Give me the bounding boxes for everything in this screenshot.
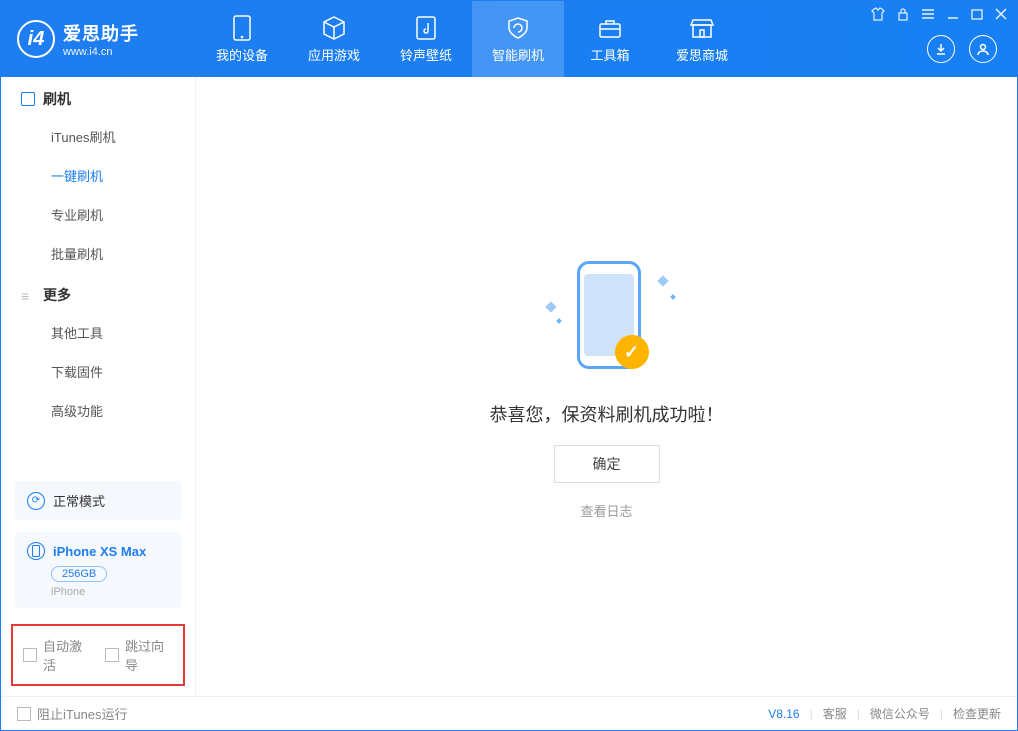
checkbox-prevent-itunes[interactable]: 阻止iTunes运行	[17, 704, 128, 723]
app-title: 爱思助手	[63, 20, 139, 46]
app-window: i4 爱思助手 www.i4.cn 我的设备 应用游戏	[0, 0, 1018, 731]
separator: |	[857, 707, 860, 721]
logo-block: i4 爱思助手 www.i4.cn	[1, 1, 196, 77]
checkbox-auto-activate[interactable]: 自动激活	[23, 636, 91, 674]
tab-label: 我的设备	[216, 45, 268, 64]
section-more-title: ≡ 更多	[1, 273, 195, 313]
sidebar-item-one-click-flash[interactable]: 一键刷机	[1, 156, 195, 195]
maximize-icon[interactable]	[971, 8, 983, 20]
device-box[interactable]: iPhone XS Max 256GB iPhone	[15, 532, 181, 608]
menu-icon[interactable]	[921, 8, 935, 20]
sidebar-item-pro-flash[interactable]: 专业刷机	[1, 195, 195, 234]
device-small-icon	[27, 542, 45, 560]
footer-support-link[interactable]: 客服	[823, 705, 847, 722]
tab-store[interactable]: 爱思商城	[656, 1, 748, 77]
sidebar: 刷机 iTunes刷机 一键刷机 专业刷机 批量刷机 ≡ 更多 其他工具 下载固…	[1, 77, 196, 696]
device-type-label: iPhone	[51, 586, 169, 598]
section-flash-title: 刷机	[1, 77, 195, 117]
check-circle-icon: ✓	[615, 335, 649, 369]
tab-label: 工具箱	[590, 45, 629, 64]
status-mode-label: 正常模式	[53, 491, 105, 510]
toolbox-icon	[597, 15, 623, 41]
checkbox-skip-guide[interactable]: 跳过向导	[105, 636, 173, 674]
view-log-link[interactable]: 查看日志	[580, 501, 632, 520]
sidebar-item-other-tools[interactable]: 其他工具	[1, 313, 195, 352]
device-icon	[229, 15, 255, 41]
checkbox-icon	[105, 648, 119, 662]
version-label: V8.16	[768, 707, 799, 721]
sidebar-item-itunes-flash[interactable]: iTunes刷机	[1, 117, 195, 156]
sparkle-icon	[556, 318, 562, 324]
sparkle-icon	[670, 294, 676, 300]
checkbox-label: 阻止iTunes运行	[37, 704, 128, 723]
shirt-icon[interactable]	[871, 7, 885, 21]
download-button[interactable]	[927, 35, 955, 63]
footer-update-link[interactable]: 检查更新	[953, 705, 1001, 722]
nav-tabs: 我的设备 应用游戏 铃声壁纸 智能刷机	[196, 1, 748, 77]
device-name-row: iPhone XS Max	[27, 542, 169, 560]
logo-text: 爱思助手 www.i4.cn	[63, 20, 139, 58]
tab-toolbox[interactable]: 工具箱	[564, 1, 656, 77]
tab-label: 铃声壁纸	[400, 45, 452, 64]
sparkle-icon	[657, 275, 668, 286]
tab-label: 智能刷机	[492, 45, 544, 64]
section-label: 刷机	[43, 89, 71, 109]
phone-small-icon	[21, 92, 35, 106]
status-icon: ⟳	[27, 492, 45, 510]
sidebar-item-batch-flash[interactable]: 批量刷机	[1, 234, 195, 273]
tab-smart-flash[interactable]: 智能刷机	[472, 1, 564, 77]
logo-icon: i4	[17, 20, 55, 58]
checkbox-label: 自动激活	[43, 636, 91, 674]
header-right-actions	[927, 35, 997, 63]
footer-right: V8.16 | 客服 | 微信公众号 | 检查更新	[768, 705, 1001, 722]
highlighted-options: 自动激活 跳过向导	[11, 624, 185, 686]
sidebar-item-download-firmware[interactable]: 下载固件	[1, 352, 195, 391]
ok-button[interactable]: 确定	[554, 445, 660, 483]
status-box[interactable]: ⟳ 正常模式	[15, 481, 181, 520]
shop-icon	[689, 15, 715, 41]
header: i4 爱思助手 www.i4.cn 我的设备 应用游戏	[1, 1, 1017, 77]
section-label: 更多	[43, 285, 71, 305]
separator: |	[810, 707, 813, 721]
checkbox-label: 跳过向导	[125, 636, 173, 674]
separator: |	[940, 707, 943, 721]
lock-icon[interactable]	[897, 7, 909, 21]
device-storage-badge: 256GB	[51, 566, 107, 582]
main-content: ✓ 恭喜您，保资料刷机成功啦！ 确定 查看日志	[196, 77, 1017, 696]
footer-wechat-link[interactable]: 微信公众号	[870, 705, 930, 722]
success-illustration: ✓	[537, 253, 677, 383]
minimize-icon[interactable]	[947, 8, 959, 20]
tab-label: 爱思商城	[676, 45, 728, 64]
tab-label: 应用游戏	[308, 45, 360, 64]
user-button[interactable]	[969, 35, 997, 63]
checkbox-icon	[17, 707, 31, 721]
sparkle-icon	[545, 301, 556, 312]
footer: 阻止iTunes运行 V8.16 | 客服 | 微信公众号 | 检查更新	[1, 696, 1017, 730]
title-bar-icons	[871, 7, 1007, 21]
result-message: 恭喜您，保资料刷机成功啦！	[490, 401, 724, 427]
checkbox-icon	[23, 648, 37, 662]
close-icon[interactable]	[995, 8, 1007, 20]
refresh-shield-icon	[505, 15, 531, 41]
cube-icon	[321, 15, 347, 41]
sidebar-item-advanced[interactable]: 高级功能	[1, 391, 195, 430]
body: 刷机 iTunes刷机 一键刷机 专业刷机 批量刷机 ≡ 更多 其他工具 下载固…	[1, 77, 1017, 696]
tab-ringtones-wallpapers[interactable]: 铃声壁纸	[380, 1, 472, 77]
device-name: iPhone XS Max	[53, 544, 146, 559]
list-icon: ≡	[21, 288, 35, 302]
tab-apps-games[interactable]: 应用游戏	[288, 1, 380, 77]
tab-my-device[interactable]: 我的设备	[196, 1, 288, 77]
app-url: www.i4.cn	[63, 46, 139, 58]
music-file-icon	[413, 15, 439, 41]
